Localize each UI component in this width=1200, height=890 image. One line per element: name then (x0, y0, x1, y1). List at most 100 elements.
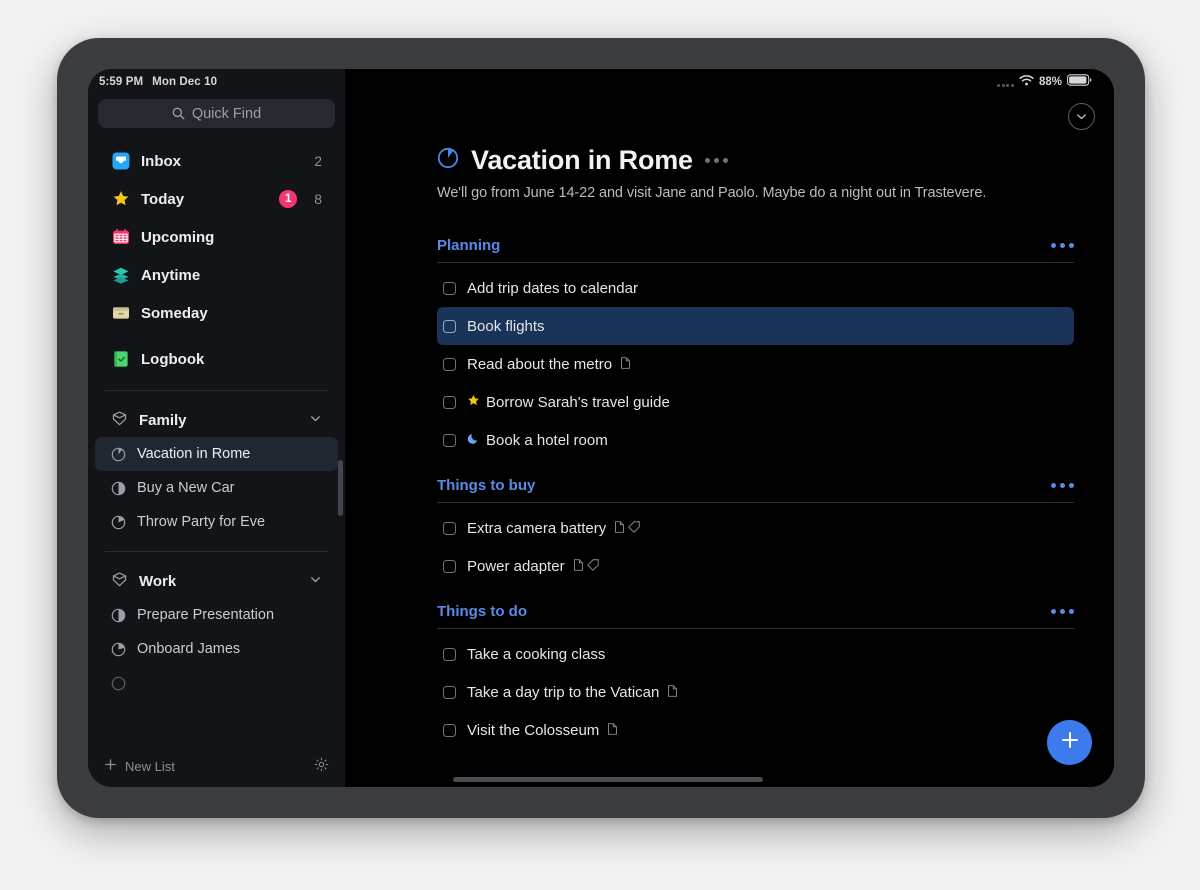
more-dots-icon[interactable] (1051, 483, 1074, 488)
sidebar-group-label: Work (139, 572, 177, 590)
horizontal-scrollbar[interactable] (453, 777, 763, 782)
sidebar-project-label: Buy a New Car (137, 480, 235, 496)
sidebar-project-label: Prepare Presentation (137, 607, 275, 623)
sidebar-project-prepare-presentation[interactable]: Prepare Presentation (95, 598, 338, 632)
moon-icon (467, 432, 480, 449)
todo-label: Extra camera battery (467, 519, 607, 537)
pie-progress-icon (111, 676, 126, 691)
table-row[interactable]: Borrow Sarah's travel guide (437, 383, 1074, 421)
calendar-icon (111, 228, 130, 247)
sidebar-item-label: Anytime (141, 266, 201, 284)
sidebar-item-label: Someday (141, 304, 208, 322)
sidebar-project-label: Vacation in Rome (137, 446, 251, 462)
gear-icon[interactable] (314, 757, 329, 775)
divider (437, 262, 1074, 263)
todo-checkbox[interactable] (443, 281, 456, 295)
note-icon (615, 520, 625, 537)
divider (437, 628, 1074, 629)
section-title: Things to do (437, 603, 527, 620)
todo-label: Borrow Sarah's travel guide (486, 393, 670, 411)
todo-checkbox[interactable] (443, 723, 456, 737)
pie-progress-icon (111, 447, 126, 462)
more-dots-icon[interactable] (704, 158, 728, 163)
todo-checkbox[interactable] (443, 395, 456, 409)
table-row[interactable]: Book flights (437, 307, 1074, 345)
table-row[interactable]: Take a cooking class (437, 635, 1074, 673)
status-bar-right: 88% (345, 69, 1114, 95)
table-row[interactable]: Take a day trip to the Vatican (437, 673, 1074, 711)
sidebar-project-onboard-james[interactable]: Onboard James (95, 632, 338, 666)
tag-icon (628, 520, 640, 537)
note-icon (608, 722, 618, 739)
table-row[interactable]: Extra camera battery (437, 509, 1074, 547)
sidebar-project-buy-a-new-car[interactable]: Buy a New Car (95, 471, 338, 505)
main-content: 88% Vacation in Rome We'll go from June … (345, 69, 1114, 787)
pie-progress-icon (111, 481, 126, 496)
todo-label: Read about the metro (467, 355, 613, 373)
chevron-down-icon[interactable] (309, 573, 322, 590)
status-date: Mon Dec 10 (152, 76, 218, 88)
todo-label: Visit the Colosseum (467, 721, 600, 739)
box-icon (111, 304, 130, 323)
star-icon (467, 394, 480, 411)
todo-label: Book a hotel room (486, 431, 608, 449)
todo-checkbox[interactable] (443, 433, 456, 447)
sidebar-scrollbar[interactable] (338, 460, 343, 516)
sidebar-project-partial[interactable] (95, 666, 338, 700)
todo-label: Take a day trip to the Vatican (467, 683, 660, 701)
table-row[interactable]: Book a hotel room (437, 421, 1074, 459)
pie-progress-icon (437, 147, 459, 174)
sidebar-item-logbook[interactable]: Logbook (95, 340, 338, 378)
tag-icon (586, 558, 599, 575)
sidebar-item-label: Upcoming (141, 228, 215, 246)
chevron-down-icon[interactable] (309, 412, 322, 429)
note-icon (668, 684, 678, 701)
sidebar-scroll-area: Inbox 2 Today 1 8 Upcoming Anytime Somed… (88, 128, 345, 745)
todo-checkbox[interactable] (443, 559, 456, 573)
sidebar-item-anytime[interactable]: Anytime (95, 256, 338, 294)
more-dots-icon[interactable] (1051, 243, 1074, 248)
todo-checkbox[interactable] (443, 685, 456, 699)
project-header: Vacation in Rome We'll go from June 14-2… (345, 145, 1114, 201)
todo-checkbox[interactable] (443, 521, 456, 535)
table-row[interactable]: Read about the metro (437, 345, 1074, 383)
battery-percent: 88% (1038, 76, 1062, 88)
divider (105, 390, 328, 391)
table-row[interactable]: Power adapter (437, 547, 1074, 585)
sidebar-project-vacation-in-rome[interactable]: Vacation in Rome (95, 437, 338, 471)
sidebar-item-someday[interactable]: Someday (95, 294, 338, 332)
todo-checkbox[interactable] (443, 647, 456, 661)
todo-checkbox[interactable] (443, 319, 456, 333)
star-icon (111, 190, 130, 209)
area-icon (111, 571, 128, 592)
search-placeholder: Quick Find (191, 105, 262, 122)
sidebar-group-family[interactable]: Family (95, 403, 338, 437)
section-planning: Planning Add trip dates to calendar Book… (437, 237, 1074, 459)
sidebar-project-throw-party-for-eve[interactable]: Throw Party for Eve (95, 505, 338, 539)
table-row[interactable]: Visit the Colosseum (437, 711, 1074, 749)
section-title: Planning (437, 237, 501, 254)
project-note[interactable]: We'll go from June 14-22 and visit Jane … (437, 185, 1074, 201)
table-row[interactable]: Add trip dates to calendar (437, 269, 1074, 307)
sidebar-bottom-bar: New List (88, 745, 345, 787)
add-todo-button[interactable] (1047, 720, 1092, 765)
battery-icon (1067, 73, 1092, 91)
new-list-button[interactable]: New List (125, 759, 306, 774)
sections-list: Planning Add trip dates to calendar Book… (345, 237, 1114, 749)
page-title: Vacation in Rome (471, 145, 693, 175)
chevron-down-circle-icon[interactable] (1068, 103, 1095, 130)
sidebar-item-upcoming[interactable]: Upcoming (95, 218, 338, 256)
search-input[interactable]: Quick Find (98, 99, 335, 128)
more-dots-icon[interactable] (1051, 609, 1074, 614)
section-title: Things to buy (437, 477, 536, 494)
sidebar-project-label: Onboard James (137, 641, 241, 657)
todo-label: Add trip dates to calendar (467, 279, 638, 297)
sidebar-group-work[interactable]: Work (95, 564, 338, 598)
sidebar-item-today[interactable]: Today 1 8 (95, 180, 338, 218)
todo-label: Take a cooking class (467, 645, 606, 663)
status-badge: 1 (279, 190, 298, 208)
todo-checkbox[interactable] (443, 357, 456, 371)
sidebar-item-inbox[interactable]: Inbox 2 (95, 142, 338, 180)
plus-icon (1059, 729, 1081, 756)
sidebar-item-label: Logbook (141, 350, 205, 368)
